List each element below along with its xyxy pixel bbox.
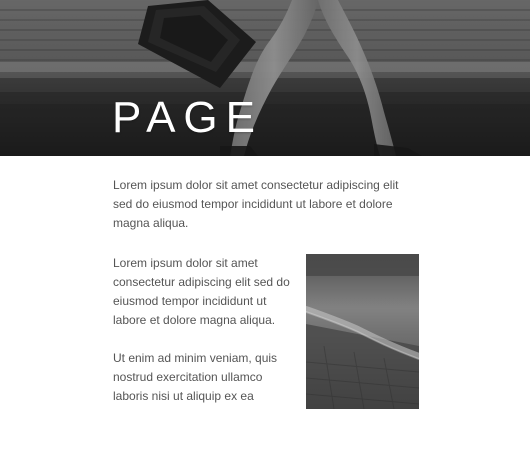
- paragraph: Lorem ipsum dolor sit amet consectetur a…: [113, 256, 290, 327]
- content-section: Lorem ipsum dolor sit amet consectetur a…: [113, 176, 423, 409]
- page: PAGE Lorem ipsum dolor sit amet consecte…: [0, 0, 530, 450]
- side-image: [306, 254, 419, 409]
- two-column-section: Lorem ipsum dolor sit amet consectetur a…: [113, 254, 423, 414]
- intro-paragraph: Lorem ipsum dolor sit amet consectetur a…: [113, 178, 399, 230]
- page-title: PAGE: [112, 93, 264, 142]
- two-column-text: Lorem ipsum dolor sit amet consectetur a…: [113, 254, 293, 425]
- side-photo-illustration: [306, 254, 419, 409]
- paragraph: Ut enim ad minim veniam, quis nostrud ex…: [113, 351, 278, 403]
- hero-banner: PAGE: [0, 0, 530, 156]
- hero-photo-illustration: [0, 0, 530, 156]
